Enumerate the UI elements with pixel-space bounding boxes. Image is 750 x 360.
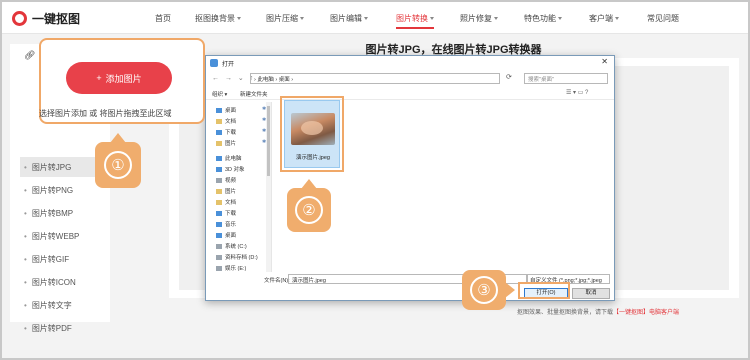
step-3-badge: ③ [462,270,515,310]
footer-note: 抠图效果、批量抠图换背景，请下载【一键抠图】电脑客户端 [516,310,679,316]
scrollbar-thumb[interactable] [267,106,270,176]
step-2-badge: ② [287,179,331,232]
client-download-link[interactable]: 【一键抠图】电脑客户端 [613,310,679,316]
tree-item-drive-c[interactable]: 系统 (C:) [216,242,247,250]
nav-item-compress[interactable]: 图片压缩 [266,13,304,24]
plus-icon: + [96,73,102,83]
folder-icon [216,140,222,146]
chevron-down-icon [615,17,619,21]
screenshot-frame: 一键抠图 首页 抠图换背景 图片压缩 图片编辑 图片转换 照片修复 特色功能 客… [0,0,750,360]
tree-item-music[interactable]: 音乐 [216,220,236,228]
file-thumbnail [291,113,335,145]
nav-item-home[interactable]: 首页 [155,13,171,24]
file-tile-highlight: 演示图片.jpeg [280,96,344,172]
sidebar-item-png[interactable]: 图片转PNG [24,185,73,196]
drive-icon [216,265,222,271]
download-icon [216,129,222,135]
tree-item-videos[interactable]: 视频 [216,176,236,184]
close-icon[interactable]: ✕ [601,57,608,66]
open-file-dialog: 打开 ✕ ← → ⌄ ↑ › 此电脑 › 桌面 › ⟳ 搜索"桌面" 组织 ▾ … [205,55,615,301]
download-icon [216,210,222,216]
chevron-down-icon [237,17,241,21]
folder-tree: 桌面 文档 下载 图片 此电脑 3D 对象 视频 图片 文档 下载 音乐 桌面 … [206,102,272,272]
chevron-down-icon [364,17,368,21]
open-button-highlight [518,282,570,299]
file-item[interactable]: 演示图片.jpeg [284,100,340,168]
folder-icon [216,166,222,172]
chevron-down-icon [494,17,498,21]
top-nav: 一键抠图 首页 抠图换背景 图片压缩 图片编辑 图片转换 照片修复 特色功能 客… [2,2,748,34]
folder-icon [216,199,222,205]
dialog-app-icon [210,59,218,67]
nav-arrows-icon[interactable]: ← → ⌄ ↑ [212,74,255,82]
tree-item-documents-2[interactable]: 文档 [216,198,236,206]
new-folder-button[interactable]: 新建文件夹 [240,90,268,98]
tree-item-this-pc[interactable]: 此电脑 [216,154,242,162]
add-image-callout: + 添加图片 选择图片添加 或 将图片拖拽至此区域 [39,38,205,124]
cancel-button[interactable]: 取消 [572,288,610,299]
sidebar-item-icon[interactable]: 图片转ICON [24,277,76,288]
address-row: ← → ⌄ ↑ › 此电脑 › 桌面 › ⟳ 搜索"桌面" [206,72,614,86]
tree-item-downloads-2[interactable]: 下载 [216,209,236,217]
search-input[interactable]: 搜索"桌面" [524,73,608,84]
file-name: 演示图片.jpeg [296,155,330,161]
sidebar-item-text[interactable]: 图片转文字 [24,300,72,311]
tree-item-drive-d[interactable]: 资料存档 (D:) [216,253,258,261]
filename-label: 文件名(N): [264,278,290,284]
sidebar-item-gif[interactable]: 图片转GIF [24,254,69,265]
folder-icon [216,232,222,238]
tree-item-3d-objects[interactable]: 3D 对象 [216,165,245,173]
dialog-title: 打开 [222,62,235,68]
nav-item-cutout[interactable]: 抠图换背景 [195,13,241,24]
chevron-down-icon [558,17,562,21]
logo-icon [12,10,27,26]
step-1-badge: ① [95,133,141,188]
nav-item-convert[interactable]: 图片转换 [396,13,434,29]
chevron-down-icon [300,17,304,21]
sidebar-item-bmp[interactable]: 图片转BMP [24,208,73,219]
nav-item-features[interactable]: 特色功能 [524,13,562,24]
tree-item-downloads[interactable]: 下载 [216,128,236,136]
nav-item-faq[interactable]: 常见问题 [647,13,679,24]
folder-icon [216,118,222,124]
drive-icon [216,243,222,249]
address-bar[interactable]: › 此电脑 › 桌面 › [250,73,500,84]
dialog-titlebar: 打开 ✕ [206,56,614,70]
folder-icon [216,177,222,183]
sidebar-item-jpg[interactable]: 图片转JPG [24,162,72,173]
computer-icon [216,155,222,161]
sidebar-item-pdf[interactable]: 图片转PDF [24,323,72,334]
nav-item-edit[interactable]: 图片编辑 [330,13,368,24]
brand-name: 一键抠图 [32,11,81,26]
link-icon: 🔗︎ [24,50,36,60]
nav-item-restore[interactable]: 照片修复 [460,13,498,24]
tree-item-drive-e[interactable]: 娱乐 (E:) [216,264,246,272]
view-options-icon[interactable]: ☰ ▾ ▭ ? [566,89,588,96]
brand-logo[interactable]: 一键抠图 [12,9,80,27]
folder-icon [216,188,222,194]
refresh-icon[interactable]: ⟳ [506,73,512,81]
music-icon [216,221,222,227]
organize-button[interactable]: 组织 ▾ [212,90,227,98]
chevron-down-icon [430,17,434,21]
tree-item-pictures-2[interactable]: 图片 [216,187,236,195]
tree-item-pictures[interactable]: 图片 [216,139,236,147]
tree-scrollbar[interactable] [266,102,271,272]
tree-item-desktop-2[interactable]: 桌面 [216,231,236,239]
nav-item-client[interactable]: 客户端 [589,13,619,24]
sidebar-item-webp[interactable]: 图片转WEBP [24,231,80,242]
upload-hint: 选择图片添加 或 将图片拖拽至此区域 [39,109,172,118]
add-image-button[interactable]: + 添加图片 [66,62,172,94]
dialog-toolbar: 组织 ▾ 新建文件夹 ☰ ▾ ▭ ? [206,88,614,100]
drive-icon [216,254,222,260]
